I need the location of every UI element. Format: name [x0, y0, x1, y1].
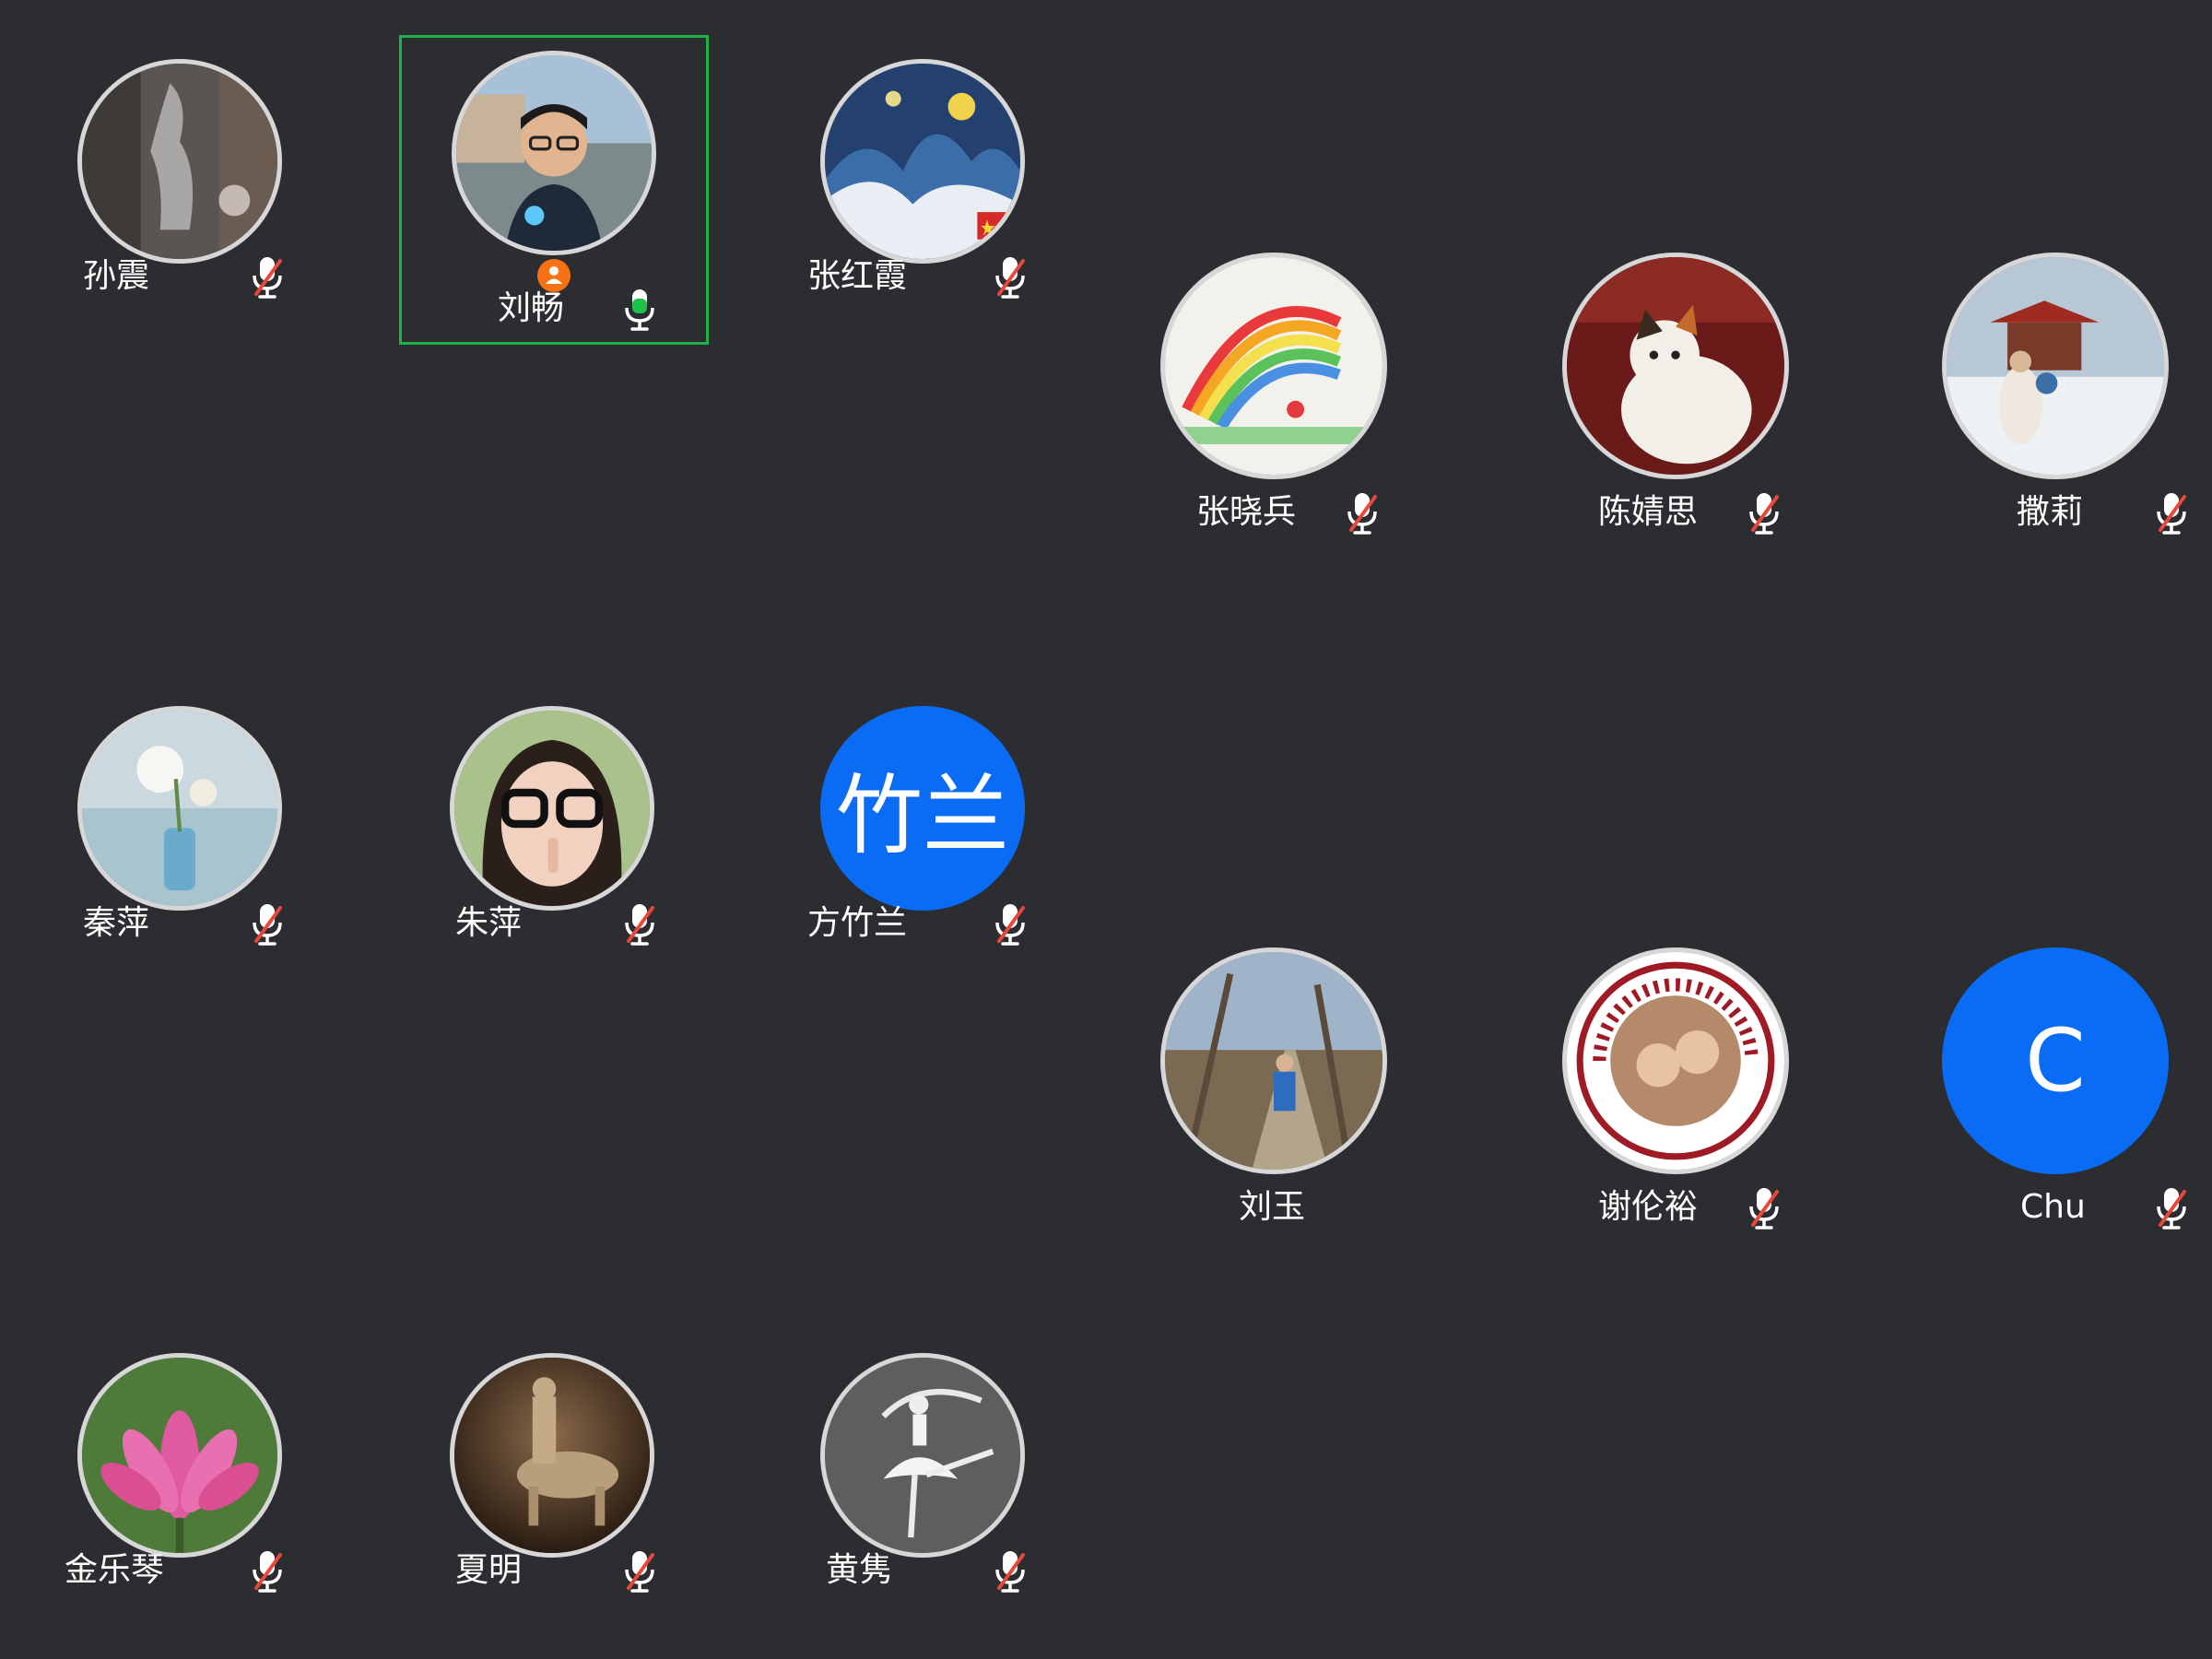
- avatar: [77, 706, 282, 911]
- avatar: [452, 51, 656, 255]
- mic-muted-icon[interactable]: [619, 900, 660, 948]
- avatar: [450, 706, 654, 911]
- mic-muted-icon[interactable]: [247, 253, 288, 301]
- sculpture-image: [82, 64, 277, 259]
- avatar: [1160, 947, 1387, 1174]
- mic-icon[interactable]: [619, 286, 660, 334]
- participant-tile[interactable]: 竹兰 方竹兰: [789, 684, 1056, 951]
- avatar: [1562, 947, 1789, 1174]
- participant-name: 张晓兵: [1196, 493, 1297, 531]
- participant-tile[interactable]: 谢伦裕: [1528, 940, 1823, 1235]
- participant-name: 金乐琴: [65, 1551, 165, 1589]
- mic-muted-icon[interactable]: [1342, 489, 1382, 537]
- participant-name: 夏明: [455, 1551, 523, 1589]
- participant-name: Chu: [2020, 1188, 2086, 1226]
- lotus-image: [82, 1358, 277, 1553]
- university-seal-image: [1567, 952, 1784, 1170]
- man-selfie-image: [456, 55, 652, 251]
- mic-muted-icon[interactable]: [990, 900, 1030, 948]
- participant-gallery: 孙震 刘畅 张红霞 张晓兵 陈婧思 撒莉 秦萍 朱萍 竹兰 方竹兰 刘玉 谢伦裕…: [0, 0, 2212, 1659]
- participant-tile[interactable]: 陈婧思: [1528, 245, 1823, 540]
- initials-avatar: C: [1942, 947, 2169, 1174]
- participant-tile[interactable]: 孙震: [46, 37, 313, 304]
- participant-tile-active[interactable]: 刘畅: [399, 35, 709, 345]
- participant-name: 陈婧思: [1598, 493, 1699, 531]
- participant-tile[interactable]: 朱萍: [418, 684, 686, 951]
- participant-tile[interactable]: 张晓兵: [1126, 245, 1421, 540]
- mic-muted-icon[interactable]: [2151, 1184, 2192, 1232]
- avatar: [450, 1353, 654, 1558]
- cat-image: [1567, 257, 1784, 475]
- rainbow-drawing-image: [1165, 257, 1382, 475]
- participant-name: 黄隽: [826, 1551, 893, 1589]
- flower-vase-image: [82, 711, 277, 906]
- mic-muted-icon[interactable]: [990, 1547, 1030, 1595]
- initials-avatar: 竹兰: [820, 706, 1025, 911]
- avatar: [77, 1353, 282, 1558]
- participant-name: 谢伦裕: [1598, 1188, 1699, 1226]
- girl-glasses-image: [454, 711, 650, 906]
- participant-name: 刘畅: [498, 289, 565, 327]
- participant-tile[interactable]: 夏明: [418, 1331, 686, 1598]
- avatar: [1942, 253, 2169, 479]
- participant-name: 方竹兰: [807, 904, 908, 942]
- participant-name: 孙震: [83, 257, 150, 295]
- horse-statue-image: [454, 1358, 650, 1553]
- ballet-dancer-image: [825, 1358, 1020, 1553]
- participant-tile[interactable]: 黄隽: [789, 1331, 1056, 1598]
- participant-tile[interactable]: 秦萍: [46, 684, 313, 951]
- avatar: [820, 59, 1025, 264]
- participant-name: 张红霞: [807, 257, 908, 295]
- mic-muted-icon[interactable]: [619, 1547, 660, 1595]
- wave-painting-image: [825, 64, 1020, 259]
- avatar: [1562, 253, 1789, 479]
- participant-name: 朱萍: [455, 904, 523, 942]
- participant-name: 撒莉: [2017, 493, 2084, 531]
- mic-muted-icon[interactable]: [2151, 489, 2192, 537]
- mic-muted-icon[interactable]: [247, 900, 288, 948]
- avatar: [1160, 253, 1387, 479]
- participant-name: 秦萍: [83, 904, 150, 942]
- forest-path-image: [1165, 952, 1382, 1170]
- avatar: [820, 1353, 1025, 1558]
- mic-muted-icon[interactable]: [1744, 489, 1784, 537]
- participant-name: 刘玉: [1239, 1188, 1306, 1226]
- participant-tile[interactable]: 刘玉: [1126, 940, 1421, 1235]
- mic-muted-icon[interactable]: [1744, 1184, 1784, 1232]
- participant-tile[interactable]: C Chu: [1908, 940, 2203, 1235]
- avatar: [77, 59, 282, 264]
- participant-tile[interactable]: 撒莉: [1908, 245, 2203, 540]
- mic-muted-icon[interactable]: [247, 1547, 288, 1595]
- mic-muted-icon[interactable]: [990, 253, 1030, 301]
- participant-tile[interactable]: 金乐琴: [46, 1331, 313, 1598]
- snow-pavilion-image: [1947, 257, 2164, 475]
- participant-tile[interactable]: 张红霞: [789, 37, 1056, 304]
